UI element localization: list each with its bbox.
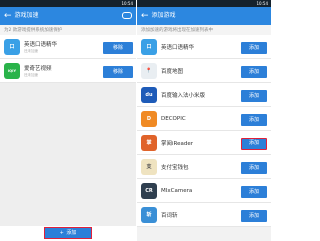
add-button-highlighted[interactable]: 添加 [241,138,267,150]
app-name: MIxCamera [161,187,193,194]
list-item: 支 支付宝钱包 添加 [137,155,271,179]
page-title: 游戏加速 [14,12,39,19]
status-time: 10:54 [256,1,268,6]
list-item: du 百度输入法小米版 添加 [137,83,271,107]
list-item: D DECOPIC 添加 [137,107,271,131]
gamepad-icon[interactable] [122,12,132,19]
add-button[interactable]: 添加 [241,162,267,174]
app-name: 爱奇艺视频 [24,65,52,72]
bottom-bar: + 添加 [0,226,136,241]
list-item: 口 英语口语精华 还未加速 移除 [0,35,136,59]
app-bar: ← 添加游戏 [137,7,271,25]
list-item: 📍 百度地图 添加 [137,59,271,83]
add-game-button[interactable]: + 添加 [44,227,92,239]
app-name: 掌阅iReader [161,140,193,147]
map-pin-icon: 📍 [141,62,157,79]
app-status: 还未加速 [24,72,38,77]
add-button[interactable]: 添加 [241,186,267,198]
status-bar: 10:54 [0,0,136,7]
app-icon: CR [141,182,157,199]
app-icon: 掌 [141,134,157,151]
hint-text: 为2 款游戏提供系统加速保护 [0,25,136,35]
add-button[interactable]: 添加 [241,114,267,126]
right-screen: 10:54 ← 添加游戏 添加加速的游戏将出现在加速列表中 口 英语口语精华 添… [137,0,271,241]
status-time: 10:54 [121,1,133,6]
app-icon: 斩 [141,206,157,223]
app-status: 还未加速 [24,48,38,53]
list-item: iQIY 爱奇艺视频 还未加速 移除 [0,59,136,83]
app-icon: du [141,86,157,103]
list-item: 口 英语口语精华 添加 [137,35,271,59]
remove-button[interactable]: 移除 [103,42,133,54]
back-arrow-icon[interactable]: ← [141,7,149,25]
app-icon: 口 [141,38,157,55]
add-button[interactable]: 添加 [241,90,267,102]
app-name: 百度输入法小米版 [161,92,206,99]
app-name: 支付宝钱包 [161,164,189,171]
add-button[interactable]: 添加 [241,66,267,78]
app-icon: 支 [141,158,157,175]
app-bar: ← 游戏加速 [0,7,136,25]
left-screen: 10:54 ← 游戏加速 为2 款游戏提供系统加速保护 口 英语口语精华 还未加… [0,0,136,241]
list-item: CR MIxCamera 添加 [137,179,271,203]
hint-text: 添加加速的游戏将出现在加速列表中 [137,25,271,35]
status-bar: 10:54 [137,0,271,7]
app-icon: D [141,110,157,127]
app-name: 百词斩 [161,212,178,219]
plus-icon: + [59,230,64,236]
app-name: 英语口语精华 [161,44,195,51]
list-item: 斩 百词斩 添加 [137,203,271,227]
app-name: 英语口语精华 [24,41,58,48]
app-name: 百度地图 [161,68,184,75]
app-icon: iQIY [4,62,20,79]
add-button[interactable]: 添加 [241,42,267,54]
remove-button[interactable]: 移除 [103,66,133,78]
page-title: 添加游戏 [151,12,176,19]
app-name: DECOPIC [161,115,186,122]
back-arrow-icon[interactable]: ← [4,7,12,25]
add-button[interactable]: 添加 [241,210,267,222]
app-icon: 口 [4,38,20,55]
list-item: 掌 掌阅iReader 添加 [137,131,271,155]
